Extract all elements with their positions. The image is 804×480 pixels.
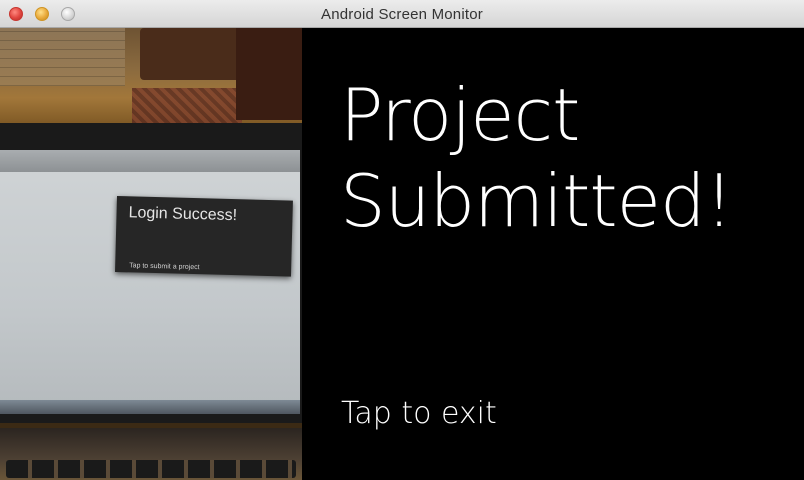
heading-line-1: Project [340,73,580,157]
dock [0,400,300,414]
app-window: Android Screen Monitor Login Success! Ta… [0,0,804,480]
photo-card-subtitle: Tap to submit a project [129,262,200,272]
photo-login-card: Login Success! Tap to submit a project [115,196,293,277]
laptop-screen [0,150,300,410]
chair [140,28,240,80]
tap-to-exit-action[interactable]: Tap to exit [341,396,497,431]
heading-line-2: Submitted! [340,159,734,243]
keyboard-keys [6,460,296,478]
glass-screen[interactable]: Project Submitted! Tap to exit [302,28,804,480]
browser-toolbar [0,150,300,172]
brick-wall [0,28,125,86]
status-heading: Project Submitted! [340,72,800,244]
cabinet [236,28,302,120]
window-title: Android Screen Monitor [321,6,483,23]
rug [132,88,242,124]
photo-card-title: Login Success! [128,204,238,225]
title-bar: Android Screen Monitor [0,0,804,28]
